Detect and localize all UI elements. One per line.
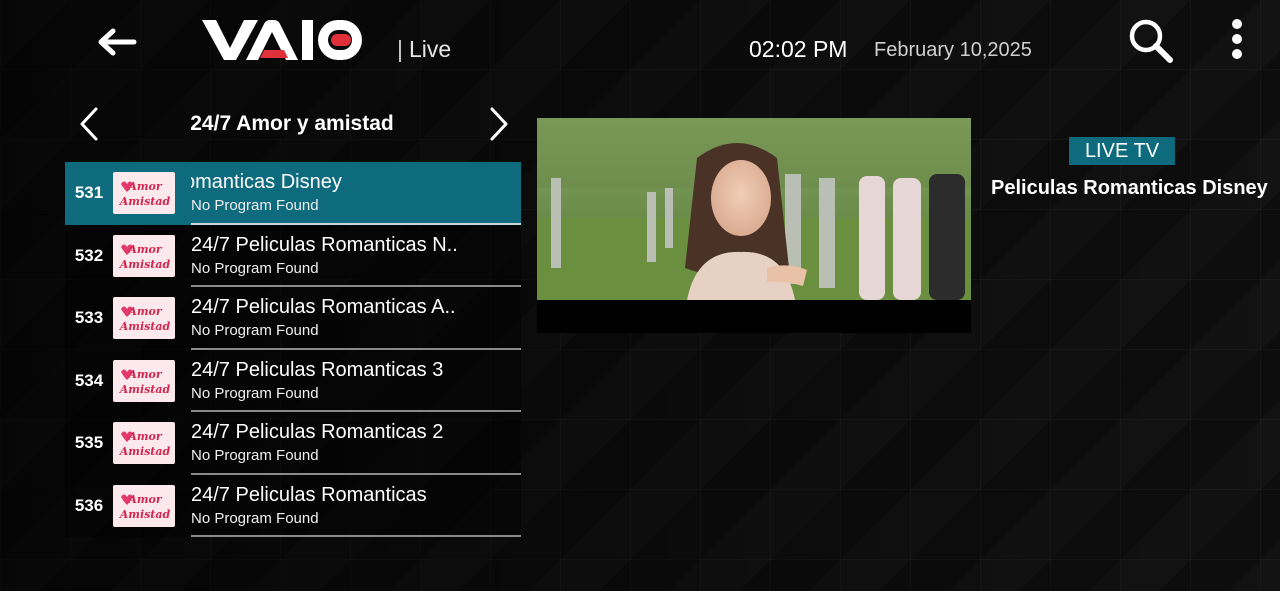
channel-number: 532 xyxy=(74,245,104,265)
channel-program: No Program Found xyxy=(191,197,319,214)
channel-row-532[interactable]: 532 Amor Amistad 24/7 Peliculas Romantic… xyxy=(65,225,521,287)
channel-number: 534 xyxy=(74,370,104,390)
channel-number: 531 xyxy=(74,183,104,203)
channel-logo: Amor Amistad xyxy=(113,172,175,215)
chevron-left-icon xyxy=(80,107,98,141)
channel-program: No Program Found xyxy=(191,384,319,402)
channel-program: No Program Found xyxy=(191,259,319,277)
channel-program: No Program Found xyxy=(191,509,319,527)
svg-text:Amor: Amor xyxy=(127,305,163,318)
vaio-logo xyxy=(200,18,364,62)
channel-name: 24/7 Peliculas Romanticas N.. xyxy=(191,233,458,256)
channel-program: No Program Found xyxy=(191,322,319,339)
channel-logo: Amor Amistad xyxy=(113,234,175,277)
search-icon xyxy=(1129,19,1173,63)
svg-text:Amistad: Amistad xyxy=(119,320,171,333)
channel-name: omanticas Disney xyxy=(191,171,342,193)
channel-row-536[interactable]: 536 Amor Amistad 24/7 Peliculas Romantic… xyxy=(65,475,521,537)
channel-list: 531 Amor Amistad omanticas Disney No Pro… xyxy=(65,162,521,537)
channel-number: 536 xyxy=(74,495,104,515)
channel-number: 535 xyxy=(74,433,104,453)
svg-text:Amistad: Amistad xyxy=(119,383,171,396)
current-channel-title: Peliculas Romanticas Disney xyxy=(991,177,1268,199)
channel-logo: Amor Amistad xyxy=(113,359,175,402)
section-title: Live xyxy=(408,36,452,62)
channel-logo: Amor Amistad xyxy=(113,484,175,527)
section-label: | Live xyxy=(397,36,451,63)
more-vertical-icon-dot xyxy=(1232,34,1242,44)
video-player[interactable] xyxy=(537,118,971,333)
channel-row-534[interactable]: 534 Amor Amistad 24/7 Peliculas Romantic… xyxy=(65,350,521,412)
channel-name: 24/7 Peliculas Romanticas 2 xyxy=(191,421,444,443)
svg-text:Amistad: Amistad xyxy=(119,508,171,521)
more-vertical-icon xyxy=(1232,19,1242,29)
search-button[interactable] xyxy=(1126,16,1174,64)
clock: 02:02 PM xyxy=(749,36,848,62)
back-button[interactable] xyxy=(94,24,140,60)
svg-text:Amor: Amor xyxy=(127,180,163,193)
channel-row-531[interactable]: 531 Amor Amistad omanticas Disney No Pro… xyxy=(65,162,521,225)
svg-text:Amistad: Amistad xyxy=(119,195,171,208)
channel-info: omanticas Disney No Program Found 2 xyxy=(191,162,521,225)
svg-text:Amistad: Amistad xyxy=(119,258,171,271)
channel-row-533[interactable]: 533 Amor Amistad 24/7 Peliculas Romantic… xyxy=(65,287,521,350)
channel-name: 24/7 Peliculas Romanticas A.. xyxy=(191,296,456,318)
channel-info: 24/7 Peliculas Romanticas No Program Fou… xyxy=(191,475,521,537)
channel-logo: Amor Amistad xyxy=(113,297,175,340)
channel-logo: Amor Amistad xyxy=(113,422,175,465)
svg-text:Amor: Amor xyxy=(127,430,163,443)
svg-text:Amor: Amor xyxy=(127,368,163,381)
section-separator: | xyxy=(397,36,403,62)
live-tv-screen: | Live 02:02 PM February 10,2025 24/7 Amo… xyxy=(0,0,1280,591)
channel-row-535[interactable]: 535 Amor Amistad 24/7 Peliculas Romantic… xyxy=(65,412,521,475)
date: February 10,2025 xyxy=(874,39,1032,61)
next-category-button[interactable] xyxy=(484,106,514,142)
channel-info: 24/7 Peliculas Romanticas 3 No Program F… xyxy=(191,350,521,412)
svg-text:Amistad: Amistad xyxy=(119,445,171,458)
live-tv-badge: LIVE TV xyxy=(1069,137,1175,165)
previous-category-button[interactable] xyxy=(74,106,104,142)
svg-text:Amor: Amor xyxy=(127,243,163,256)
channel-info: 24/7 Peliculas Romanticas A.. No Program… xyxy=(191,287,521,350)
video-frame xyxy=(537,118,971,300)
more-menu-button[interactable] xyxy=(1222,16,1252,62)
channel-name: 24/7 Peliculas Romanticas 3 xyxy=(191,358,444,381)
category-title: 24/7 Amor y amistad xyxy=(190,112,394,135)
chevron-right-icon xyxy=(490,107,508,141)
channel-number: 533 xyxy=(74,308,104,328)
svg-text:Amor: Amor xyxy=(127,493,163,506)
channel-program: No Program Found xyxy=(191,447,319,464)
channel-info: 24/7 Peliculas Romanticas 2 No Program F… xyxy=(191,412,521,475)
channel-info: 24/7 Peliculas Romanticas N.. No Program… xyxy=(191,225,521,287)
back-arrow-icon xyxy=(98,28,137,56)
channel-name: 24/7 Peliculas Romanticas xyxy=(191,483,427,506)
more-vertical-icon-dot xyxy=(1232,49,1242,59)
